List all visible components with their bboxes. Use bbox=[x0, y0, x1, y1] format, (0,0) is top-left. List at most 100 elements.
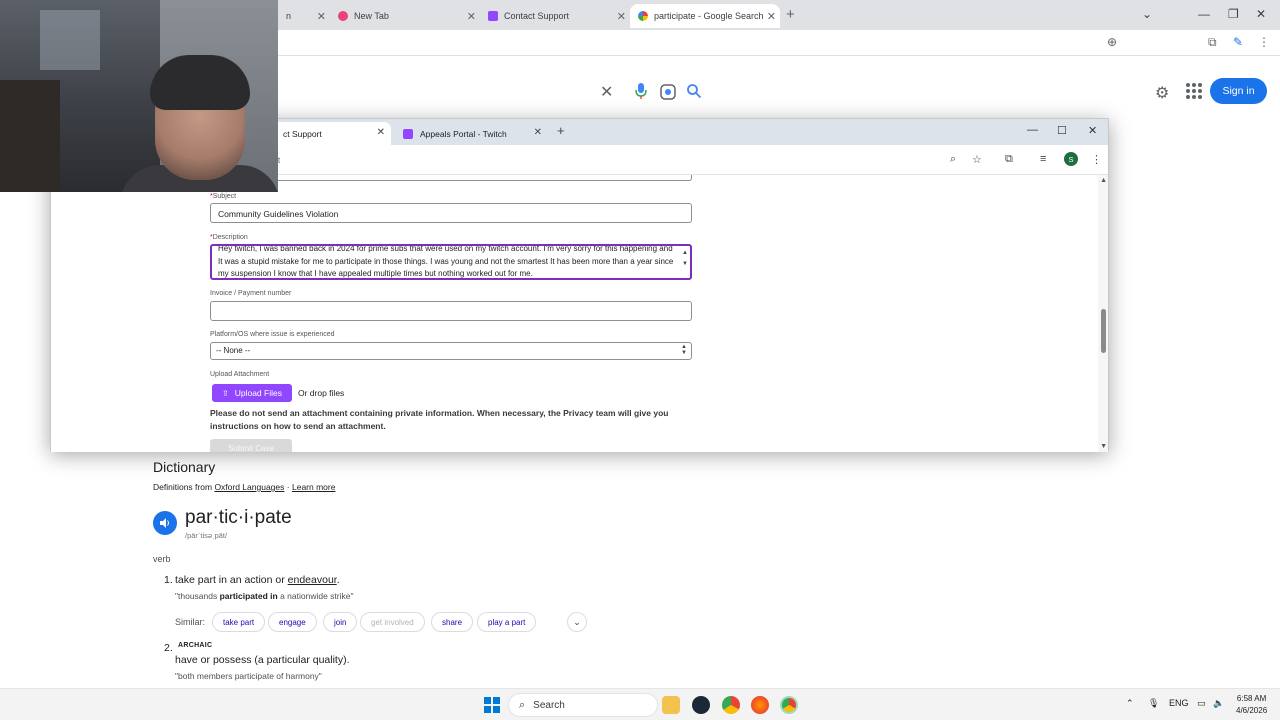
source-prefix: Definitions from bbox=[153, 482, 213, 492]
oxford-languages-link[interactable]: Oxford Languages bbox=[214, 482, 284, 492]
phonetic: /pärˈtisəˌpāt/ bbox=[185, 531, 228, 540]
media-control-icon[interactable]: ≡ bbox=[1040, 153, 1046, 165]
google-icon bbox=[638, 11, 648, 21]
clock[interactable]: 6:58 AM 4/6/2026 bbox=[1236, 693, 1267, 717]
tab-new-tab[interactable]: New Tab ✕ bbox=[330, 4, 480, 28]
volume-icon[interactable]: 🔈 bbox=[1213, 698, 1224, 709]
minimize-icon[interactable]: — bbox=[1198, 7, 1210, 21]
close-icon[interactable]: ✕ bbox=[377, 127, 385, 138]
close-icon[interactable]: ✕ bbox=[534, 127, 542, 138]
similar-chip: get involved bbox=[360, 612, 425, 632]
tab-label: ct Support bbox=[283, 128, 322, 139]
example-part: a nationwide strike" bbox=[277, 591, 354, 601]
windows-start-icon[interactable] bbox=[484, 697, 500, 713]
page-scrollbar[interactable]: ▲ ▼ bbox=[1098, 175, 1108, 452]
clear-search-icon[interactable]: ✕ bbox=[600, 82, 613, 102]
separator: · bbox=[286, 482, 290, 492]
example-bold: participated in bbox=[219, 591, 278, 601]
speaker-icon bbox=[160, 518, 169, 528]
platform-select[interactable]: -- None -- ▲ ▼ bbox=[210, 342, 692, 360]
sign-in-button[interactable]: Sign in bbox=[1210, 78, 1267, 104]
webcam-background bbox=[40, 10, 100, 70]
maximize-icon[interactable]: ☐ bbox=[1057, 124, 1067, 137]
close-icon[interactable]: ✕ bbox=[317, 10, 326, 23]
microphone-icon[interactable] bbox=[634, 82, 648, 100]
definition-text-part: take part in an action or bbox=[175, 574, 288, 586]
steam-icon[interactable] bbox=[692, 696, 710, 714]
headword: par·tic·i·pate bbox=[185, 507, 292, 528]
search-icon[interactable] bbox=[686, 83, 702, 99]
menu-kebab-icon[interactable]: ⋮ bbox=[1258, 35, 1270, 49]
profile-avatar[interactable]: S bbox=[1064, 152, 1078, 166]
invoice-input[interactable] bbox=[210, 301, 692, 321]
scroll-thumb[interactable] bbox=[1101, 309, 1106, 353]
submit-case-button[interactable]: Submit Case bbox=[210, 439, 292, 452]
close-window-icon[interactable]: ✕ bbox=[1088, 124, 1097, 137]
tab-search-chevron-icon[interactable]: ⌄ bbox=[1142, 7, 1152, 21]
similar-chip[interactable]: play a part bbox=[477, 612, 537, 632]
definition-text: take part in an action or endeavour. bbox=[175, 574, 340, 586]
extensions-icon[interactable]: ⧉ bbox=[1208, 35, 1217, 50]
new-tab-icon[interactable]: + bbox=[786, 6, 795, 23]
firefox-icon[interactable] bbox=[751, 696, 769, 714]
description-text: Hey twitch, I was banned back in 2024 fo… bbox=[218, 244, 674, 278]
menu-kebab-icon[interactable]: ⋮ bbox=[1091, 153, 1102, 166]
apps-grid-icon[interactable] bbox=[1186, 83, 1202, 99]
upload-files-button[interactable]: ⇪ Upload Files bbox=[212, 384, 292, 402]
similar-chip[interactable]: join bbox=[323, 612, 358, 632]
close-icon[interactable]: ✕ bbox=[617, 10, 626, 23]
pronunciation-speaker-button[interactable] bbox=[153, 511, 177, 535]
subject-label-text: Subject bbox=[212, 193, 237, 200]
microphone-tray-icon[interactable]: 🎙 bbox=[1148, 698, 1159, 709]
textarea-scroll-arrows-icon[interactable]: ▲ ▼ bbox=[682, 248, 688, 270]
extensions-icon[interactable]: ⧉ bbox=[1005, 153, 1013, 166]
tab-google-search[interactable]: participate - Google Search ✕ bbox=[630, 4, 780, 28]
subject-input[interactable]: Community Guidelines Violation bbox=[210, 203, 692, 223]
minimize-icon[interactable]: — bbox=[1027, 124, 1038, 136]
translate-icon[interactable]: ⊕ bbox=[1107, 35, 1117, 49]
description-textarea[interactable]: Hey twitch, I was banned back in 2024 fo… bbox=[210, 244, 692, 280]
new-tab-icon[interactable]: + bbox=[557, 123, 565, 138]
platform-selected-value: -- None -- bbox=[216, 346, 251, 355]
close-window-icon[interactable]: ✕ bbox=[1256, 7, 1266, 21]
lens-icon[interactable] bbox=[660, 84, 676, 100]
extension-pinned-icon[interactable]: ✎ bbox=[1233, 35, 1243, 49]
chrome-icon[interactable] bbox=[722, 696, 740, 714]
dictionary-title: Dictionary bbox=[153, 459, 216, 475]
close-icon[interactable]: ✕ bbox=[767, 10, 776, 23]
part-of-speech: verb bbox=[153, 554, 171, 564]
file-explorer-icon[interactable] bbox=[662, 696, 680, 714]
restore-icon[interactable]: ❐ bbox=[1228, 7, 1239, 21]
platform-label: Platform/OS where issue is experienced bbox=[210, 331, 335, 338]
close-icon[interactable]: ✕ bbox=[467, 10, 476, 23]
network-icon[interactable]: ▭ bbox=[1197, 698, 1206, 709]
bookmark-star-icon[interactable]: ☆ bbox=[972, 153, 982, 166]
scroll-up-icon[interactable]: ▲ bbox=[1100, 177, 1107, 184]
tray-chevron-icon[interactable]: ⌃ bbox=[1126, 698, 1134, 709]
learn-more-link[interactable]: Learn more bbox=[292, 482, 335, 492]
webcam-person bbox=[150, 55, 250, 110]
taskbar: ⌕ Search ⌃ 🎙 ENG ▭ 🔈 6:58 AM 4/6/2026 bbox=[0, 688, 1280, 720]
tab-appeals-portal[interactable]: Appeals Portal - Twitch ✕ bbox=[393, 122, 548, 145]
endeavour-link[interactable]: endeavour bbox=[288, 574, 337, 586]
tab-contact-support[interactable]: Contact Support ✕ bbox=[480, 4, 630, 28]
subject-label: *Subject bbox=[210, 193, 236, 200]
definition-text: have or possess (a particular quality). bbox=[175, 654, 350, 666]
language-indicator[interactable]: ENG bbox=[1169, 698, 1189, 708]
webcam-overlay bbox=[0, 0, 278, 192]
settings-gear-icon[interactable]: ⚙ bbox=[1155, 83, 1169, 103]
zoom-icon[interactable]: ⌕ bbox=[950, 153, 956, 166]
similar-chip[interactable]: take part bbox=[212, 612, 266, 632]
dictionary-source: Definitions from Oxford Languages · Lear… bbox=[153, 482, 335, 492]
chrome-active-icon[interactable] bbox=[780, 696, 798, 714]
upload-label: Upload Attachment bbox=[210, 371, 270, 378]
similar-chip[interactable]: share bbox=[431, 612, 474, 632]
previous-field-edge bbox=[210, 175, 692, 181]
expand-similar-chevron-icon[interactable]: ⌄ bbox=[567, 612, 587, 632]
similar-chip[interactable]: engage bbox=[268, 612, 317, 632]
twitch-icon bbox=[488, 11, 498, 21]
taskbar-search[interactable]: ⌕ Search bbox=[508, 693, 658, 717]
scroll-down-icon[interactable]: ▼ bbox=[1100, 443, 1107, 450]
definition-number: 1. bbox=[164, 574, 173, 586]
invoice-label: Invoice / Payment number bbox=[210, 290, 292, 297]
